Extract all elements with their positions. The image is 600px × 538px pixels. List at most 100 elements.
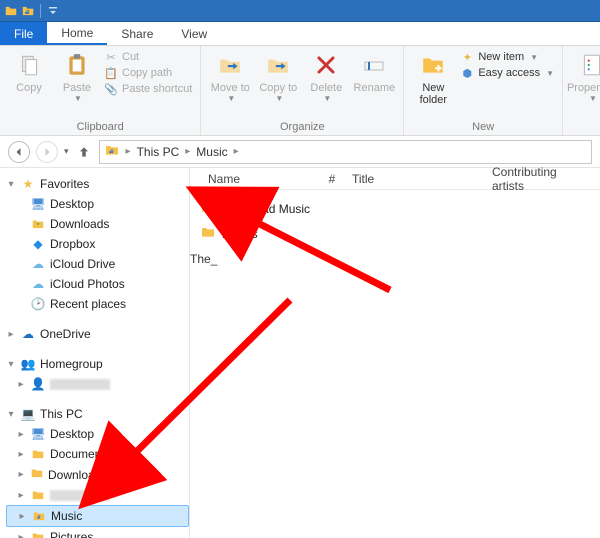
ribbon-group-clipboard: Copy Paste ▼ ✂ Cut 📋 Copy path [0, 46, 201, 135]
move-to-button[interactable]: Move to ▼ [209, 50, 251, 103]
expander-icon[interactable]: ▸ [16, 379, 26, 390]
expander-icon[interactable]: ▸ [16, 469, 26, 480]
properties-button[interactable]: Properties ▼ [571, 50, 600, 103]
tree-onedrive[interactable]: ▸ ☁ OneDrive [6, 324, 189, 344]
ribbon-group-open: Properties ▼ 📂 Open ▼ ✎ Edit 🕘 History [563, 46, 600, 135]
tree-recent-places[interactable]: 🕑 Recent places [6, 294, 189, 314]
desktop-icon: 🖥 [30, 196, 46, 212]
new-folder-button[interactable]: New folder [412, 50, 454, 106]
onedrive-icon: ☁ [20, 326, 36, 342]
copy-path-icon: 📋 [104, 66, 118, 80]
chevron-down-icon: ▼ [74, 94, 82, 103]
expander-icon[interactable]: ▸ [16, 429, 26, 440]
copy-button[interactable]: Copy [8, 50, 50, 94]
downloads-icon [30, 466, 44, 483]
tab-file[interactable]: File [0, 22, 47, 45]
file-name: iTunes [222, 227, 258, 241]
tree-item-redacted[interactable]: ▸ [6, 485, 189, 505]
tree-icloud-drive[interactable]: ☁ iCloud Drive [6, 254, 189, 274]
expander-icon[interactable]: ▸ [16, 532, 26, 538]
tree-icloud-photos[interactable]: ☁ iCloud Photos [6, 274, 189, 294]
chevron-right-icon[interactable]: ▸ [183, 146, 192, 157]
arrow-up-icon [77, 145, 91, 159]
tree-desktop[interactable]: 🖥 Desktop [6, 194, 189, 214]
tree-this-pc[interactable]: ▾ 💻 This PC [6, 404, 189, 424]
tree-item-downloads[interactable]: ▸ Downloads [6, 464, 189, 485]
content-pane: Name # Title Contributing artists Downlo… [190, 168, 600, 538]
tree-home-user[interactable]: ▸ 👤 [6, 374, 189, 394]
column-number[interactable]: # [320, 172, 344, 186]
tab-view[interactable]: View [167, 22, 221, 45]
downloads-icon [30, 216, 46, 232]
qat-overflow-icon[interactable] [46, 4, 60, 18]
window-title-bar [0, 0, 600, 22]
delete-icon [310, 50, 342, 80]
properties-icon [576, 50, 600, 80]
cut-button[interactable]: ✂ Cut [104, 50, 192, 64]
group-label-clipboard: Clipboard [8, 119, 192, 133]
breadcrumb[interactable]: ▸ This PC ▸ Music ▸ [99, 140, 592, 164]
main-area: ▾ ★ Favorites 🖥 Desktop Downloads ◆ Drop… [0, 168, 600, 538]
paste-button[interactable]: Paste ▼ [56, 50, 98, 103]
easy-access-button[interactable]: ⬢ Easy access ▼ [460, 66, 554, 80]
folder-icon [30, 487, 46, 503]
expander-icon[interactable]: ▾ [6, 179, 16, 190]
folder-icon [200, 199, 216, 218]
group-label-new: New [412, 119, 554, 133]
group-label-open: Open [571, 119, 600, 133]
folder-icon [200, 224, 216, 243]
tree-favorites[interactable]: ▾ ★ Favorites [6, 174, 189, 194]
separator [40, 4, 41, 18]
copy-to-button[interactable]: Copy to ▼ [257, 50, 299, 103]
ribbon-group-new: New folder ✦ New item ▼ ⬢ Easy access ▼ … [404, 46, 563, 135]
paste-shortcut-button[interactable]: 📎 Paste shortcut [104, 82, 192, 96]
expander-icon[interactable]: ▸ [16, 449, 26, 460]
chevron-right-icon[interactable]: ▸ [124, 146, 133, 157]
music-folder-icon [104, 142, 120, 161]
column-headers: Name # Title Contributing artists [190, 168, 600, 190]
column-contributing-artists[interactable]: Contributing artists [484, 165, 600, 193]
list-item[interactable]: Download Music [200, 196, 590, 221]
tree-item-pictures[interactable]: ▸ Pictures [6, 527, 189, 538]
up-button[interactable] [75, 143, 93, 161]
rename-button[interactable]: Rename [353, 50, 395, 94]
copy-path-button[interactable]: 📋 Copy path [104, 66, 192, 80]
tree-item-music[interactable]: ▸ Music [6, 505, 189, 527]
tab-share[interactable]: Share [107, 22, 167, 45]
user-icon: 👤 [30, 376, 46, 392]
tree-dropbox[interactable]: ◆ Dropbox [6, 234, 189, 254]
homegroup-icon: 👥 [20, 356, 36, 372]
expander-icon[interactable]: ▾ [6, 359, 16, 370]
chevron-down-icon: ▼ [323, 94, 331, 103]
arrow-right-icon [41, 146, 53, 158]
rename-icon [358, 50, 390, 80]
list-item[interactable]: iTunes [200, 221, 590, 246]
expander-icon[interactable]: ▾ [6, 409, 16, 420]
expander-icon[interactable]: ▸ [17, 511, 27, 522]
new-item-button[interactable]: ✦ New item ▼ [460, 50, 554, 64]
chevron-down-icon: ▼ [227, 94, 235, 103]
new-folder-icon [417, 50, 449, 80]
navigation-pane[interactable]: ▾ ★ Favorites 🖥 Desktop Downloads ◆ Drop… [0, 168, 190, 538]
column-title[interactable]: Title [344, 172, 484, 186]
tree-downloads[interactable]: Downloads [6, 214, 189, 234]
column-name[interactable]: Name [200, 172, 320, 186]
new-item-icon: ✦ [460, 50, 474, 64]
back-button[interactable] [8, 141, 30, 163]
breadcrumb-music[interactable]: Music [196, 145, 227, 159]
expander-icon[interactable]: ▸ [6, 329, 16, 340]
tree-item-desktop[interactable]: ▸ 🖥 Desktop [6, 424, 189, 444]
breadcrumb-this-pc[interactable]: This PC [137, 145, 180, 159]
pictures-icon [30, 529, 46, 538]
tree-homegroup[interactable]: ▾ 👥 Homegroup [6, 354, 189, 374]
group-label-organize: Organize [209, 119, 395, 133]
forward-button[interactable] [36, 141, 58, 163]
expander-icon[interactable]: ▸ [16, 490, 26, 501]
recent-locations-button[interactable]: ▾ [64, 146, 69, 157]
file-list[interactable]: Download Music iTunes [190, 190, 600, 252]
tab-home[interactable]: Home [47, 22, 107, 45]
copy-icon [13, 50, 45, 80]
chevron-right-icon[interactable]: ▸ [232, 146, 241, 157]
delete-button[interactable]: Delete ▼ [305, 50, 347, 103]
tree-item-documents[interactable]: ▸ Documents [6, 444, 189, 464]
